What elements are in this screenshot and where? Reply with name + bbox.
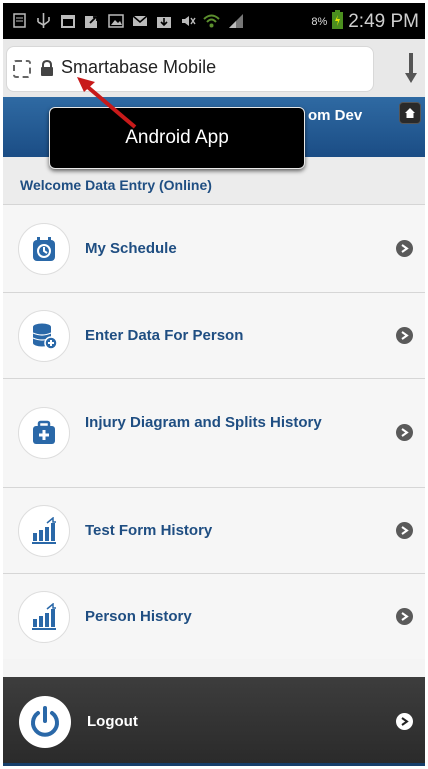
menu-spacer xyxy=(3,659,425,677)
notification-icons xyxy=(11,12,244,29)
chevron-right-icon xyxy=(396,424,413,441)
main-menu: Welcome Data Entry (Online) My Schedule … xyxy=(3,157,425,677)
menu-item-injury-diagram[interactable]: Injury Diagram and Splits History xyxy=(3,379,425,488)
menu-item-person-history[interactable]: Person History xyxy=(3,574,425,660)
menu-item-my-schedule[interactable]: My Schedule xyxy=(3,205,425,293)
menu-item-label: Injury Diagram and Splits History xyxy=(85,414,322,431)
chevron-right-icon xyxy=(396,240,413,257)
menu-item-label: Enter Data For Person xyxy=(85,327,244,344)
battery-icon xyxy=(332,10,344,34)
status-right: 8% 2:49 PM xyxy=(311,10,419,34)
address-bar[interactable]: Smartabase Mobile xyxy=(6,46,374,92)
header-title: om Dev xyxy=(308,107,363,124)
chevron-right-icon xyxy=(396,608,413,625)
menu-item-label: My Schedule xyxy=(85,240,177,257)
annotation-arrow xyxy=(77,77,137,129)
power-icon xyxy=(19,696,71,748)
welcome-text: Welcome Data Entry (Online) xyxy=(20,177,212,193)
footer-edge xyxy=(3,763,425,766)
chevron-right-icon xyxy=(396,327,413,344)
clock: 2:49 PM xyxy=(348,11,419,32)
phone-screen: 8% 2:49 PM Smartabase Mobile om Dev Andr… xyxy=(3,3,425,766)
mute-icon xyxy=(179,12,196,29)
menu-item-test-form-history[interactable]: Test Form History xyxy=(3,488,425,574)
download-icon xyxy=(155,12,172,29)
menu-item-label: Test Form History xyxy=(85,522,213,539)
menu-item-enter-data[interactable]: Enter Data For Person xyxy=(3,293,425,379)
battery-percent: 8% xyxy=(311,16,328,28)
bar-chart-icon xyxy=(18,505,70,557)
schedule-icon xyxy=(18,223,70,275)
menu-item-label: Person History xyxy=(85,608,192,625)
lock-icon xyxy=(40,59,54,76)
tab-switcher-icon[interactable] xyxy=(13,60,31,78)
database-add-icon xyxy=(18,310,70,362)
home-button[interactable] xyxy=(399,102,421,124)
calendar-icon xyxy=(59,12,76,29)
browser-toolbar: Smartabase Mobile xyxy=(3,39,425,97)
logout-bar[interactable]: Logout xyxy=(3,677,425,766)
usb-icon xyxy=(35,12,52,29)
chevron-right-icon xyxy=(396,522,413,539)
logout-label: Logout xyxy=(87,713,138,730)
mail-icon xyxy=(131,12,148,29)
signal-icon xyxy=(227,12,244,29)
gallery-icon xyxy=(107,12,124,29)
wifi-icon xyxy=(203,12,220,29)
notes-icon xyxy=(11,12,28,29)
status-bar: 8% 2:49 PM xyxy=(3,3,425,39)
share-icon xyxy=(83,12,100,29)
medical-bag-icon xyxy=(18,407,70,459)
bar-chart-icon xyxy=(18,591,70,643)
chevron-right-icon xyxy=(396,713,413,730)
home-icon xyxy=(405,108,415,118)
overflow-menu-icon[interactable] xyxy=(403,53,419,87)
